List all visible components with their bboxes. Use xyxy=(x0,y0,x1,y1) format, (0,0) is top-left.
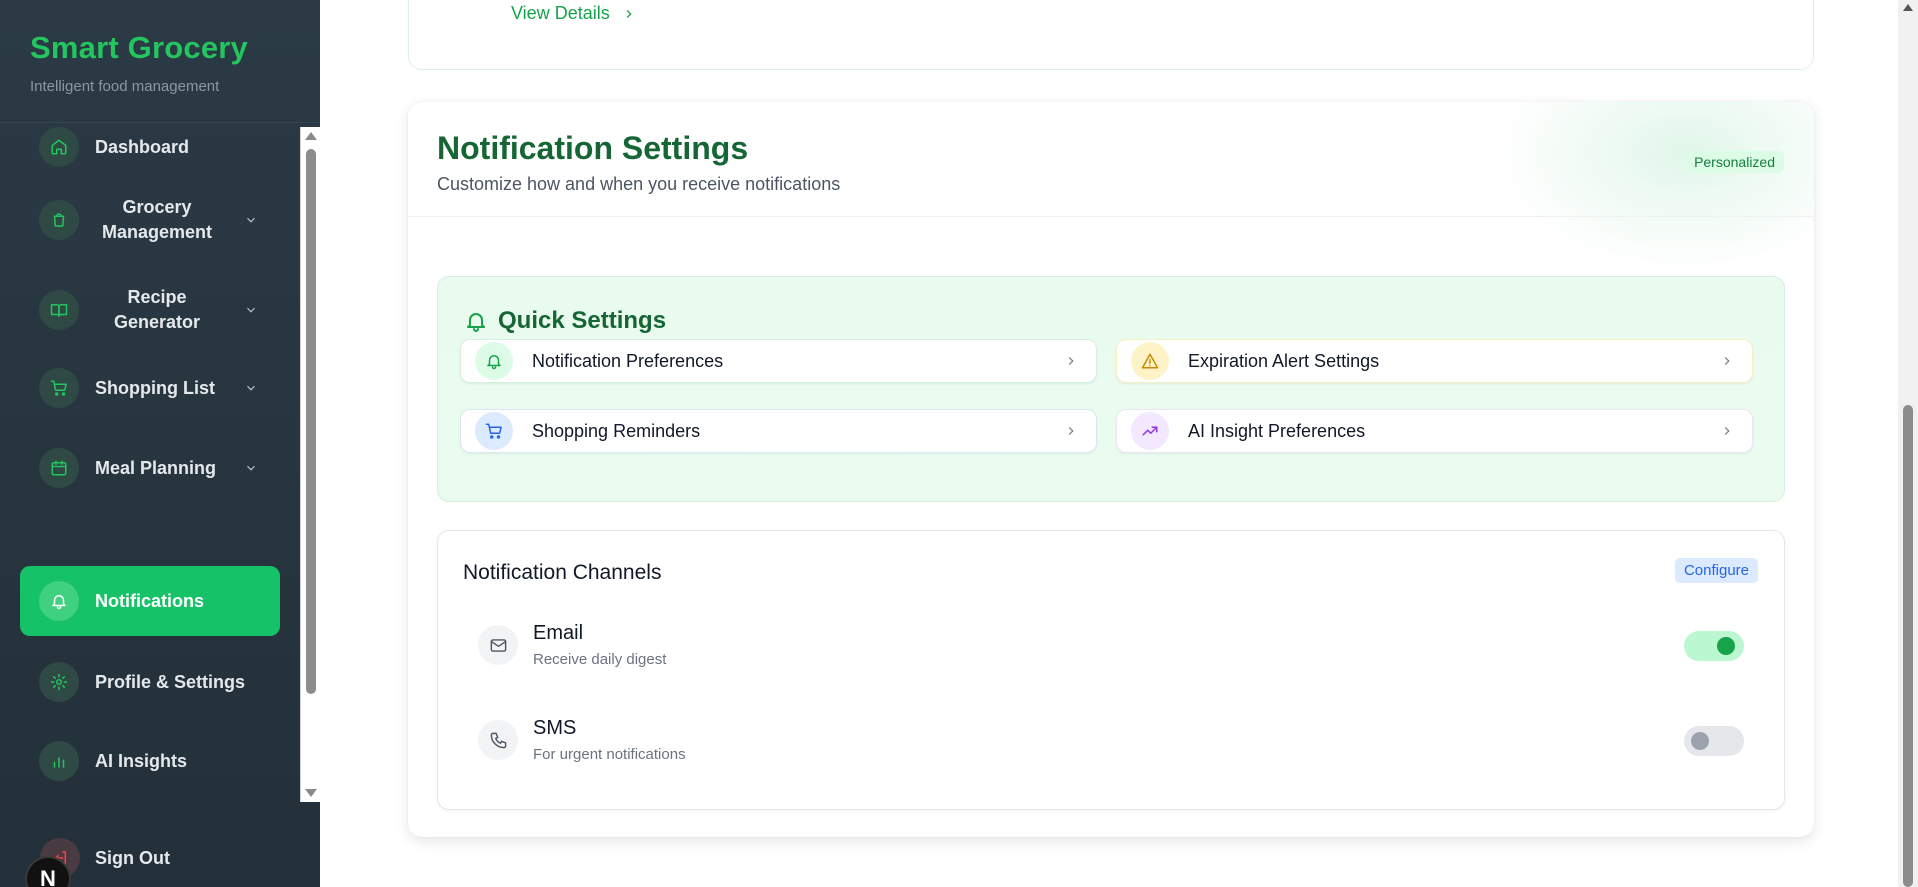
scroll-up-arrow-icon[interactable] xyxy=(305,132,317,140)
configure-button[interactable]: Configure xyxy=(1674,558,1758,583)
quick-item-label: AI Insight Preferences xyxy=(1188,420,1366,441)
gear-icon xyxy=(39,662,79,702)
notification-channels-panel: Notification Channels Configure Email Re… xyxy=(437,530,1785,810)
shopping-bag-icon xyxy=(39,200,79,240)
decorative-glow xyxy=(1494,102,1814,272)
sign-out-label: Sign Out xyxy=(95,847,170,868)
sidebar-item-ai-insights[interactable]: AI Insights xyxy=(20,741,280,781)
scroll-up-arrow-icon[interactable] xyxy=(1903,4,1913,11)
sidebar-item-grocery-management[interactable]: Grocery Management xyxy=(20,195,280,245)
quick-settings-title: Quick Settings xyxy=(498,307,667,334)
bell-icon xyxy=(467,313,485,332)
sidebar-item-label: Dashboard xyxy=(95,136,190,157)
chevron-right-icon xyxy=(1064,424,1078,443)
sidebar-item-dashboard[interactable]: Dashboard xyxy=(20,127,280,167)
quick-settings-panel: Quick Settings Notification Preferences … xyxy=(437,276,1785,502)
sidebar-item-label: Notifications xyxy=(95,590,205,611)
page-scrollbar[interactable] xyxy=(1898,0,1918,887)
channel-description: For urgent notifications xyxy=(533,746,686,763)
page-title: Notification Settings xyxy=(437,130,749,166)
shopping-reminders-item[interactable]: Shopping Reminders xyxy=(460,409,1097,453)
expiration-alert-settings-item[interactable]: Expiration Alert Settings xyxy=(1116,339,1753,383)
chevron-right-icon xyxy=(1064,354,1078,373)
sidebar-item-profile-settings[interactable]: Profile & Settings xyxy=(20,662,280,702)
sidebar-item-label: Recipe Generator xyxy=(113,287,201,332)
sidebar: Smart Grocery Intelligent food managemen… xyxy=(0,0,320,887)
sidebar-item-label: AI Insights xyxy=(95,750,188,771)
sidebar-item-notifications[interactable]: Notifications xyxy=(20,566,280,636)
scroll-down-arrow-icon[interactable] xyxy=(305,789,317,797)
bell-icon xyxy=(39,581,79,621)
scrollbar-thumb[interactable] xyxy=(306,149,316,694)
divider xyxy=(408,216,1814,217)
channel-name: Email xyxy=(533,622,584,644)
chevron-down-icon[interactable] xyxy=(244,381,258,395)
sidebar-nav: Dashboard Grocery Management Recipe Gene… xyxy=(0,127,300,802)
sidebar-item-label: Profile & Settings xyxy=(95,671,246,692)
brand-title: Smart Grocery xyxy=(30,30,248,65)
view-details-link[interactable]: View Details xyxy=(511,3,636,24)
divider xyxy=(0,122,320,123)
scrollbar-thumb[interactable] xyxy=(1903,405,1913,887)
calendar-icon xyxy=(39,448,79,488)
page-subtitle: Customize how and when you receive notif… xyxy=(437,174,841,194)
warning-icon xyxy=(1131,342,1169,380)
chevron-down-icon[interactable] xyxy=(244,461,258,475)
notification-preferences-item[interactable]: Notification Preferences xyxy=(460,339,1097,383)
book-icon xyxy=(39,290,79,330)
trending-up-icon xyxy=(1131,412,1169,450)
cart-icon xyxy=(475,412,513,450)
chevron-right-icon xyxy=(1720,424,1734,443)
mail-icon xyxy=(478,625,518,665)
channel-email-row: Email Receive daily digest xyxy=(478,622,666,668)
personalized-badge: Personalized xyxy=(1685,151,1784,173)
chevron-right-icon xyxy=(1720,354,1734,373)
bar-chart-icon xyxy=(39,741,79,781)
chevron-down-icon[interactable] xyxy=(244,303,258,317)
view-details-label: View Details xyxy=(511,3,610,23)
toggle-knob xyxy=(1717,637,1735,655)
notification-settings-card: Notification Settings Customize how and … xyxy=(408,102,1814,837)
home-icon xyxy=(39,127,79,167)
channels-title: Notification Channels xyxy=(463,561,662,584)
brand: Smart Grocery Intelligent food managemen… xyxy=(30,30,248,95)
email-toggle[interactable] xyxy=(1684,631,1744,661)
chevron-down-icon[interactable] xyxy=(244,213,258,227)
chevron-right-icon xyxy=(626,9,632,18)
sidebar-item-meal-planning[interactable]: Meal Planning xyxy=(20,448,280,488)
cart-icon xyxy=(39,368,79,408)
ai-insight-preferences-item[interactable]: AI Insight Preferences xyxy=(1116,409,1753,453)
bell-icon xyxy=(475,342,513,380)
toggle-knob xyxy=(1691,732,1709,750)
sidebar-scrollbar[interactable] xyxy=(300,127,320,802)
sidebar-item-label: Shopping List xyxy=(95,377,215,398)
channel-name: SMS xyxy=(533,717,577,739)
sidebar-item-label: Meal Planning xyxy=(95,457,217,478)
main-content: View Details Notification Settings Custo… xyxy=(320,0,1918,887)
brand-subtitle: Intelligent food management xyxy=(30,78,220,95)
quick-item-label: Shopping Reminders xyxy=(532,420,701,441)
quick-settings-header: Quick Settings xyxy=(464,307,666,335)
sidebar-item-label: Grocery Management xyxy=(101,197,213,242)
sidebar-item-shopping-list[interactable]: Shopping List xyxy=(20,368,280,408)
previous-card: View Details xyxy=(408,0,1814,70)
sms-toggle[interactable] xyxy=(1684,726,1744,756)
quick-item-label: Expiration Alert Settings xyxy=(1188,350,1380,371)
sidebar-item-recipe-generator[interactable]: Recipe Generator xyxy=(20,285,280,335)
channel-sms-row: SMS For urgent notifications xyxy=(478,717,686,763)
phone-icon xyxy=(478,720,518,760)
quick-item-label: Notification Preferences xyxy=(532,350,724,371)
channel-description: Receive daily digest xyxy=(533,651,667,668)
